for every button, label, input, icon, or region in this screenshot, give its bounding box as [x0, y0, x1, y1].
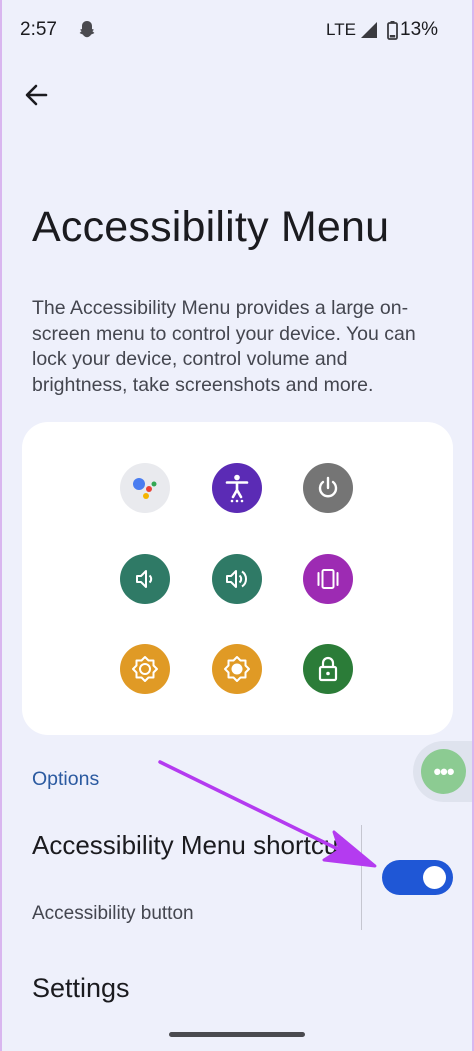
power-icon: [303, 463, 353, 513]
network-type: LTE: [326, 20, 356, 39]
settings-item[interactable]: Settings: [32, 973, 130, 1004]
battery-icon: [387, 21, 398, 45]
assistant-icon: [120, 463, 170, 513]
back-button[interactable]: [22, 80, 52, 110]
brightness-down-icon: [120, 644, 170, 694]
menu-preview-card: [22, 422, 453, 735]
brightness-up-icon: [212, 644, 262, 694]
status-time: 2:57: [20, 19, 57, 40]
divider: [361, 825, 362, 930]
lock-icon: [303, 644, 353, 694]
page-title: Accessibility Menu: [32, 203, 390, 251]
toggle-knob: [423, 866, 446, 889]
options-heading: Options: [32, 768, 100, 790]
recent-apps-icon: [303, 554, 353, 604]
battery-percent: 13%: [400, 19, 439, 40]
shortcut-subtitle: Accessibility button: [32, 903, 194, 924]
arrow-back-icon: [25, 84, 48, 106]
status-bar: 2:57 LTE 13%: [0, 0, 474, 60]
snapchat-icon: [78, 20, 96, 44]
accessibility-menu-shortcut-row[interactable]: Accessibility Menu shortcut Accessibilit…: [0, 825, 474, 935]
accessibility-settings-icon: [212, 463, 262, 513]
signal-icon: [361, 22, 378, 43]
gesture-nav-handle: [169, 1032, 305, 1037]
shortcut-toggle[interactable]: [382, 860, 453, 895]
page-description: The Accessibility Menu provides a large …: [32, 297, 416, 396]
shortcut-title: Accessibility Menu shortcut: [32, 830, 346, 860]
more-dots-icon: •••: [421, 749, 466, 794]
floating-accessibility-button[interactable]: •••: [413, 741, 474, 802]
volume-up-icon: [212, 554, 262, 604]
volume-down-icon: [120, 554, 170, 604]
